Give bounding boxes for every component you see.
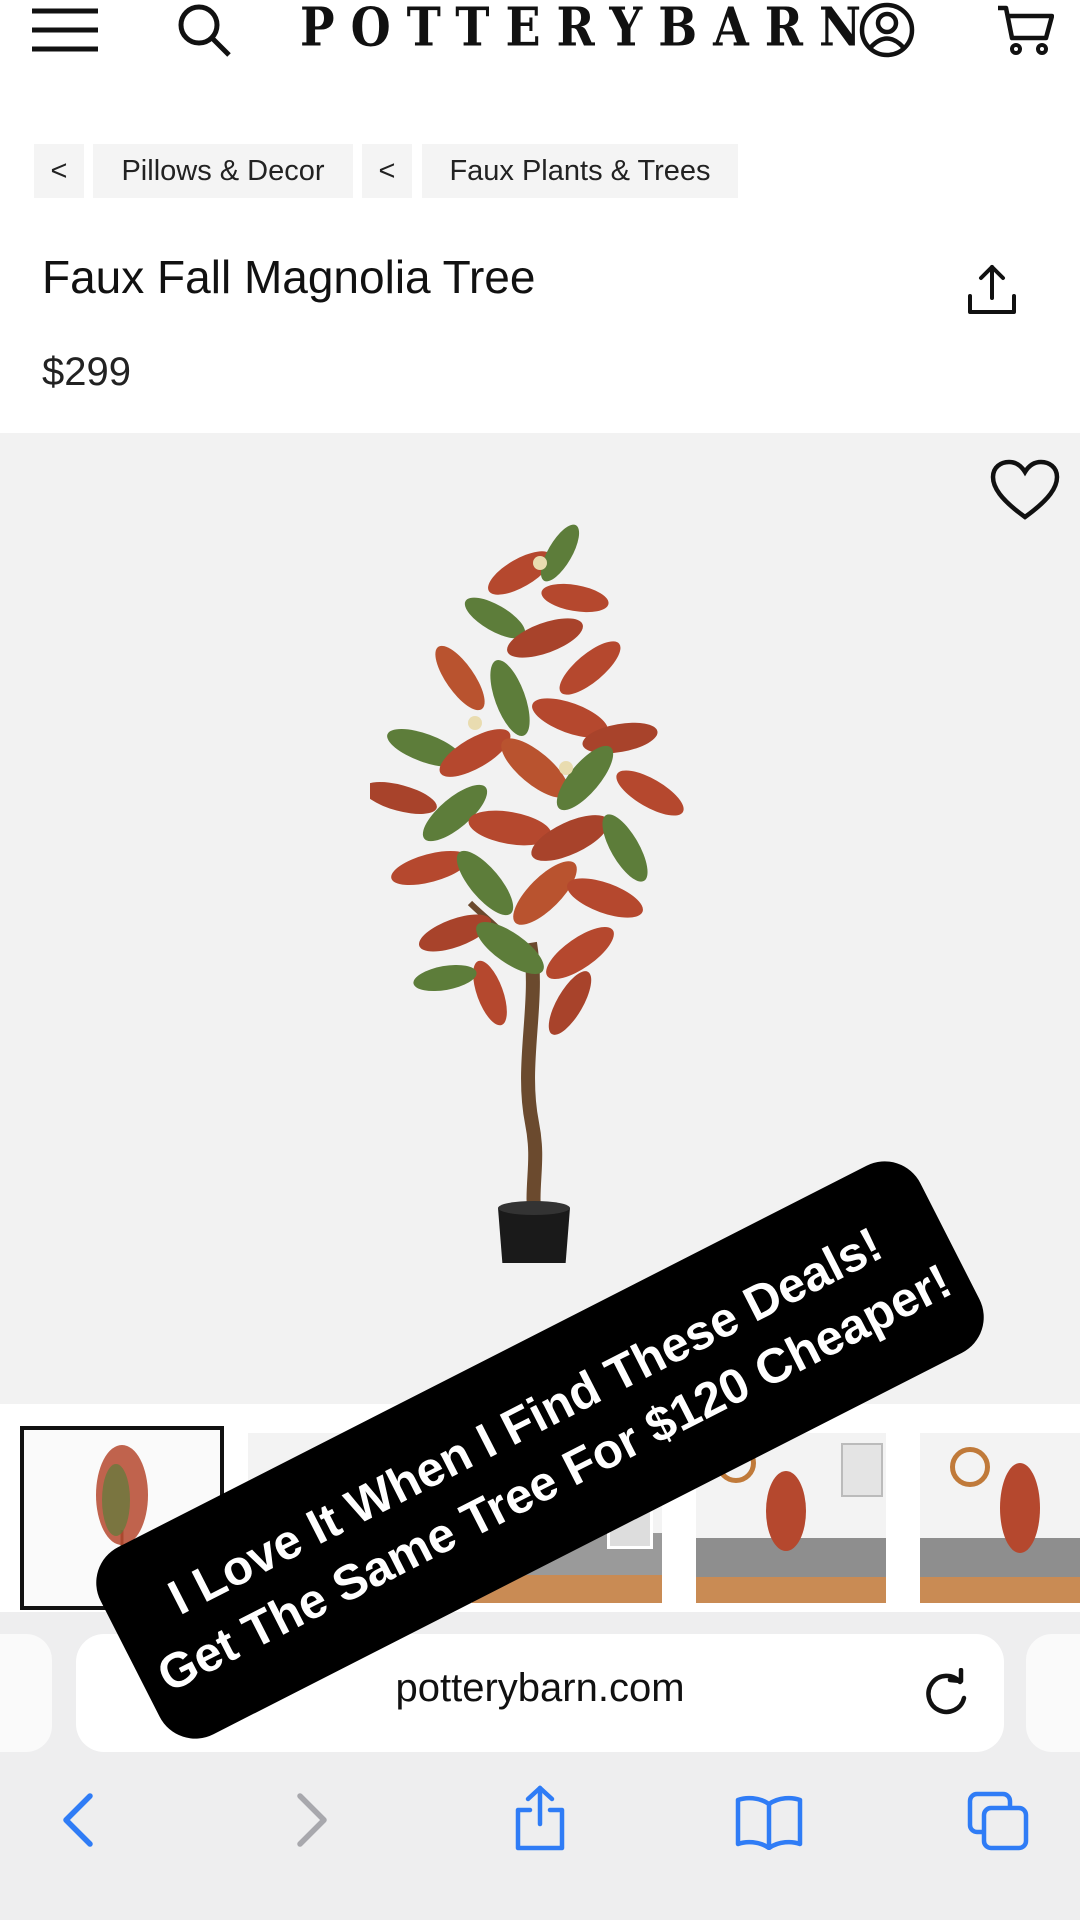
cart-icon[interactable] xyxy=(994,0,1056,60)
bookmarks-icon[interactable] xyxy=(734,1794,804,1855)
breadcrumb-back-arrow[interactable]: < xyxy=(362,144,412,198)
tabs-icon[interactable] xyxy=(966,1790,1030,1857)
search-icon[interactable] xyxy=(172,0,236,60)
reload-icon[interactable] xyxy=(920,1667,972,1725)
breadcrumb-back-arrow[interactable]: < xyxy=(34,144,84,198)
brand-logo[interactable]: POTTERYBARN xyxy=(300,0,861,59)
breadcrumb-pillows-decor[interactable]: Pillows & Decor xyxy=(93,144,353,198)
back-icon[interactable] xyxy=(58,1792,98,1853)
breadcrumb-faux-plants-trees[interactable]: Faux Plants & Trees xyxy=(422,144,738,198)
menu-icon[interactable] xyxy=(28,0,102,60)
site-header: POTTERYBARN xyxy=(0,0,1080,70)
thumbnail-5[interactable] xyxy=(920,1433,1080,1603)
next-tab-pill[interactable] xyxy=(1026,1634,1080,1752)
product-title: Faux Fall Magnolia Tree xyxy=(42,251,536,303)
account-icon[interactable] xyxy=(858,0,916,60)
magnolia-tree-image xyxy=(370,524,684,1263)
previous-tab-pill[interactable] xyxy=(0,1634,52,1752)
forward-icon[interactable] xyxy=(292,1792,332,1853)
heart-icon[interactable] xyxy=(990,459,1060,526)
product-price: $299 xyxy=(42,350,131,394)
share-sheet-icon[interactable] xyxy=(510,1784,570,1857)
share-icon[interactable] xyxy=(964,262,1020,323)
